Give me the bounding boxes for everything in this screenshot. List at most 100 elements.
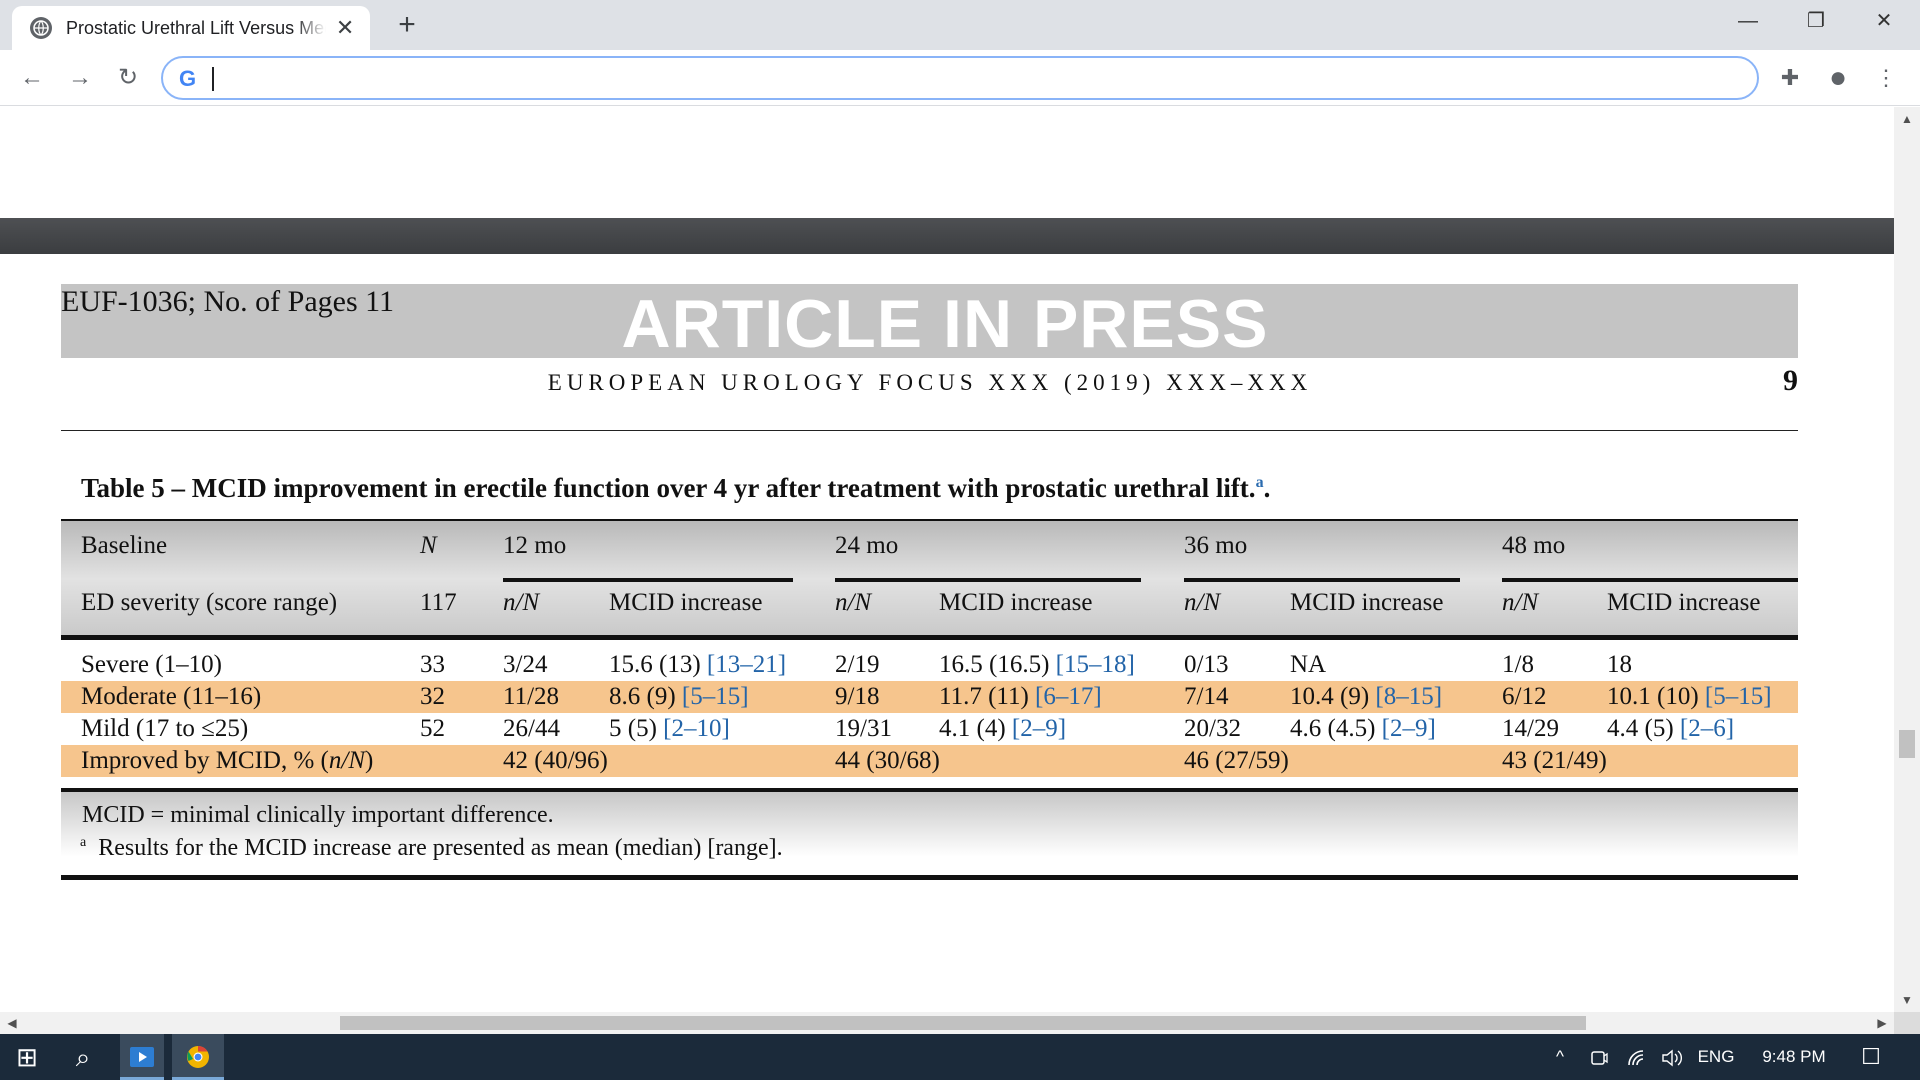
improved-12mo: 42 (40/96): [503, 747, 608, 774]
new-tab-button[interactable]: +: [392, 10, 422, 40]
mcid-value: 4.1 (4): [939, 715, 1012, 742]
horizontal-scroll-thumb[interactable]: [340, 1016, 1586, 1030]
group-rule-24mo: [835, 578, 1141, 582]
document-id: EUF-1036; No. of Pages 11: [61, 285, 395, 318]
vertical-scroll-thumb[interactable]: [1899, 730, 1915, 758]
header-ed-severity: ED severity (score range): [81, 589, 338, 616]
scroll-up-icon[interactable]: ▲: [1894, 109, 1920, 129]
vertical-scrollbar[interactable]: ▲ ▼: [1894, 107, 1920, 1012]
extensions-icon[interactable]: ✚: [1774, 62, 1806, 94]
mcid-value: NA: [1290, 651, 1327, 678]
range-link[interactable]: [6–17]: [1035, 683, 1102, 710]
scroll-down-icon[interactable]: ▼: [1894, 990, 1920, 1010]
header-n: N: [420, 532, 437, 559]
windows-taskbar: ⊞ ⌕ ^ ENG 9:48 PM ☐: [0, 1034, 1920, 1080]
chrome-icon[interactable]: [172, 1034, 224, 1080]
start-button[interactable]: ⊞: [0, 1034, 54, 1080]
range-link[interactable]: [2–9]: [1382, 715, 1436, 742]
group-rule-48mo: [1502, 578, 1798, 582]
cell-nN-48: 1/8: [1502, 651, 1534, 678]
row-n: 33: [420, 651, 445, 678]
header-nN-48: n/N: [1502, 589, 1539, 616]
forward-button[interactable]: →: [64, 62, 96, 94]
range-link[interactable]: [2–9]: [1012, 715, 1066, 742]
article-in-press-banner: ARTICLE IN PRESS: [621, 286, 1269, 362]
cell-mcid-24: 16.5 (16.5) [15–18]: [939, 650, 1135, 680]
close-tab-icon[interactable]: ✕: [334, 17, 356, 39]
mcid-value: 11.7 (11): [939, 683, 1036, 710]
cell-nN-24: 19/31: [835, 715, 892, 742]
header-24mo: 24 mo: [835, 532, 899, 559]
page-number: 9: [1783, 364, 1798, 397]
header-mcid-12: MCID increase: [609, 589, 763, 616]
tray-chevron-up-icon[interactable]: ^: [1548, 1034, 1572, 1080]
profile-icon[interactable]: ●: [1822, 62, 1854, 94]
google-icon: G: [179, 66, 197, 91]
cell-nN-36: 20/32: [1184, 715, 1241, 742]
cell-mcid-36: 4.6 (4.5) [2–9]: [1290, 714, 1436, 744]
close-window-button[interactable]: ✕: [1854, 6, 1914, 36]
language-indicator[interactable]: ENG: [1694, 1034, 1738, 1080]
cell-mcid-12: 8.6 (9) [5–15]: [609, 682, 749, 712]
mcid-value: 15.6 (13): [609, 651, 707, 678]
address-bar[interactable]: G: [161, 56, 1759, 100]
minimize-button[interactable]: —: [1718, 6, 1778, 36]
cell-mcid-36: NA: [1290, 650, 1326, 680]
menu-icon[interactable]: ⋮: [1870, 62, 1902, 94]
horizontal-scrollbar[interactable]: ◀ ▶: [0, 1012, 1894, 1034]
footnote-a: a Results for the MCID increase are pres…: [80, 835, 783, 862]
improved-label-text: Improved by MCID, % (: [81, 747, 329, 774]
wifi-icon[interactable]: [1624, 1034, 1650, 1080]
header-12mo: 12 mo: [503, 532, 567, 559]
scroll-left-icon[interactable]: ◀: [2, 1012, 22, 1034]
caption-footnote-link[interactable]: a: [1256, 474, 1264, 491]
search-icon[interactable]: ⌕: [56, 1034, 110, 1080]
header-nN-36: n/N: [1184, 589, 1221, 616]
mcid-value: 18: [1607, 651, 1632, 678]
header-nN-24: n/N: [835, 589, 872, 616]
header-baseline: Baseline: [81, 532, 168, 559]
range-link[interactable]: [8–15]: [1375, 683, 1442, 710]
header-nN-12: n/N: [503, 589, 540, 616]
cell-mcid-48: 18: [1607, 650, 1632, 680]
row-label: Severe (1–10): [81, 651, 222, 678]
range-link[interactable]: [15–18]: [1056, 651, 1135, 678]
improved-label-italic: n/N: [328, 747, 366, 774]
cell-mcid-12: 15.6 (13) [13–21]: [609, 650, 786, 680]
mcid-value: 4.4 (5): [1607, 715, 1680, 742]
mcid-value: 10.4 (9): [1290, 683, 1376, 710]
range-link[interactable]: [2–6]: [1680, 715, 1734, 742]
browser-tab[interactable]: Prostatic Urethral Lift Versus Medical T…: [12, 6, 370, 50]
improved-36mo: 46 (27/59): [1184, 747, 1289, 774]
cell-nN-24: 2/19: [835, 651, 880, 678]
group-rule-12mo: [503, 578, 793, 582]
cell-nN-12: 11/28: [503, 683, 560, 710]
back-button[interactable]: ←: [16, 62, 48, 94]
range-link[interactable]: [5–15]: [1705, 683, 1772, 710]
volume-icon[interactable]: [1658, 1034, 1686, 1080]
scroll-right-icon[interactable]: ▶: [1872, 1012, 1892, 1034]
header-48mo: 48 mo: [1502, 532, 1566, 559]
range-link[interactable]: [13–21]: [707, 651, 786, 678]
media-app-icon[interactable]: [120, 1034, 164, 1080]
row-label: Moderate (11–16): [81, 683, 262, 710]
header-mcid-36: MCID increase: [1290, 589, 1444, 616]
meet-now-icon[interactable]: [1586, 1034, 1612, 1080]
restore-button[interactable]: ❐: [1786, 6, 1846, 36]
reload-button[interactable]: ↻: [112, 62, 144, 94]
footnote-mcid: MCID = minimal clinically important diff…: [82, 802, 554, 828]
page-viewport: EUF-1036; No. of Pages 11 ARTICLE IN PRE…: [0, 107, 1894, 1012]
range-link[interactable]: [5–15]: [682, 683, 749, 710]
cell-nN-36: 0/13: [1184, 651, 1229, 678]
row-n: 32: [420, 683, 445, 710]
footnote-marker: a: [80, 835, 87, 850]
notifications-icon[interactable]: ☐: [1856, 1034, 1886, 1080]
range-link[interactable]: [2–10]: [663, 715, 730, 742]
cell-nN-36: 7/14: [1184, 683, 1229, 710]
address-input[interactable]: [215, 64, 1735, 92]
cell-nN-12: 3/24: [503, 651, 548, 678]
improved-24mo: 44 (30/68): [835, 747, 940, 774]
tab-title: Prostatic Urethral Lift Versus Medical T…: [66, 17, 326, 38]
cell-mcid-24: 4.1 (4) [2–9]: [939, 714, 1066, 744]
clock[interactable]: 9:48 PM: [1752, 1034, 1836, 1080]
